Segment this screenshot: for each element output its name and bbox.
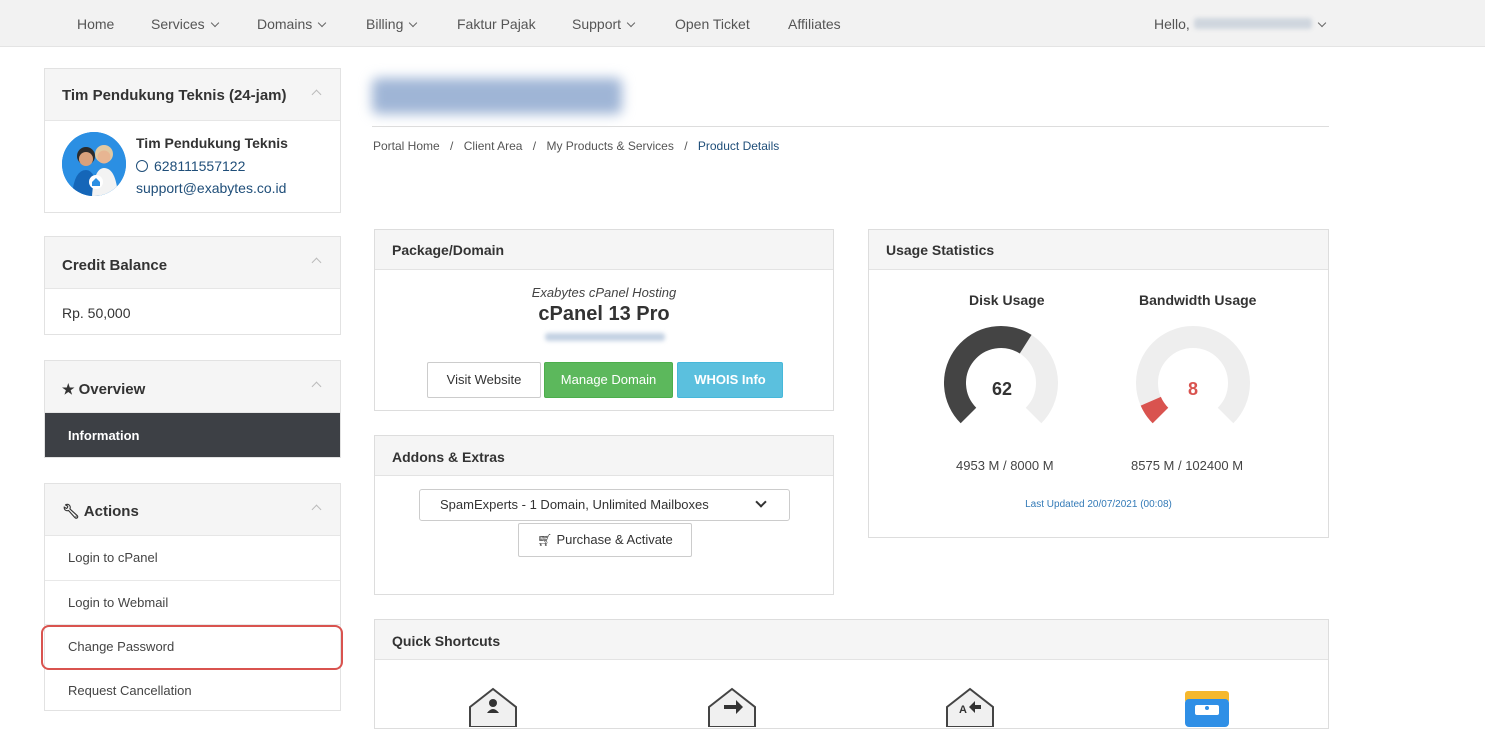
email-account-icon[interactable] [468, 687, 518, 732]
actions-panel-title: 🔧︎ Actions [62, 503, 139, 520]
user-greeting: Hello, [1154, 16, 1190, 32]
usage-heading: Usage Statistics [869, 230, 1328, 270]
overview-panel-header[interactable]: ★ Overview [45, 361, 340, 413]
bandwidth-usage-label: Bandwidth Usage [1139, 292, 1257, 308]
svg-text:A: A [959, 704, 967, 716]
addons-heading: Addons & Extras [375, 436, 833, 476]
nav-support-label: Support [572, 16, 622, 32]
chevron-up-icon[interactable] [311, 89, 322, 100]
breadcrumb-separator: / [532, 139, 537, 153]
overview-panel-title: ★ Overview [62, 381, 145, 398]
star-icon: ★ [62, 381, 75, 397]
inbox-icon[interactable] [1182, 687, 1232, 732]
support-panel-title: Tim Pendukung Teknis (24-jam) [62, 87, 287, 104]
redacted-username [1193, 18, 1312, 29]
shortcuts-panel: Quick Shortcuts A [374, 619, 1329, 729]
nav-home[interactable]: Home [77, 16, 114, 32]
breadcrumb-portal-home[interactable]: Portal Home [373, 139, 440, 153]
visit-website-button[interactable]: Visit Website [427, 362, 541, 398]
manage-domain-button[interactable]: Manage Domain [544, 362, 673, 398]
change-password-highlight [41, 625, 343, 670]
support-email[interactable]: support@exabytes.co.id [136, 180, 286, 196]
header-divider [372, 126, 1329, 127]
nav-billing-label: Billing [366, 16, 404, 32]
support-phone-row[interactable]: 628111557122 [136, 158, 245, 174]
user-menu[interactable]: Hello, [1154, 16, 1327, 32]
last-updated: Last Updated 20/07/2021 (00:08) [1025, 499, 1172, 510]
credit-amount: Rp. 50,000 [62, 305, 131, 321]
overview-panel: ★ Overview Information [44, 360, 341, 458]
usage-panel: Usage Statistics Disk Usage Bandwidth Us… [868, 229, 1329, 538]
nav-services-label: Services [151, 16, 205, 32]
chevron-down-icon [1317, 18, 1327, 28]
top-navbar: Home Services Domains Billing Faktur Paj… [0, 0, 1485, 47]
action-request-cancellation[interactable]: Request Cancellation [45, 668, 340, 712]
package-panel: Package/Domain Exabytes cPanel Hosting c… [374, 229, 834, 411]
action-login-cpanel[interactable]: Login to cPanel [45, 536, 340, 580]
redacted-domain [545, 333, 665, 341]
chevron-up-icon[interactable] [311, 381, 322, 392]
disk-usage-percent: 62 [991, 379, 1013, 399]
nav-affiliates[interactable]: Affiliates [788, 16, 841, 32]
wrench-icon: 🔧︎ [62, 503, 80, 519]
support-name: Tim Pendukung Teknis [136, 135, 288, 151]
chevron-down-icon [210, 18, 219, 28]
support-panel: Tim Pendukung Teknis (24-jam) Tim Penduk… [44, 68, 341, 213]
chevron-up-icon[interactable] [311, 257, 322, 268]
bandwidth-gauge-fill [1140, 396, 1169, 424]
bandwidth-usage-value: 8575 M / 102400 M [1131, 458, 1244, 473]
breadcrumb-separator: / [684, 139, 688, 153]
nav-open-ticket[interactable]: Open Ticket [675, 16, 750, 32]
whatsapp-icon [136, 160, 148, 172]
nav-faktur-pajak[interactable]: Faktur Pajak [457, 16, 536, 32]
support-panel-header[interactable]: Tim Pendukung Teknis (24-jam) [45, 69, 340, 121]
bandwidth-usage-percent: 8 [1187, 379, 1198, 399]
credit-panel-title: Credit Balance [62, 257, 168, 274]
shortcuts-heading: Quick Shortcuts [375, 620, 1328, 660]
addon-select[interactable]: SpamExperts - 1 Domain, Unlimited Mailbo… [419, 489, 790, 521]
nav-support[interactable]: Support [572, 16, 636, 32]
action-login-webmail[interactable]: Login to Webmail [45, 580, 340, 624]
select-chevron-icon [755, 496, 767, 508]
actions-panel-header[interactable]: 🔧︎ Actions [45, 484, 340, 536]
disk-usage-label: Disk Usage [969, 292, 1045, 308]
nav-domains-label: Domains [257, 16, 313, 32]
redacted-domain-title [372, 78, 622, 114]
autoresponder-icon[interactable]: A [945, 687, 995, 732]
cart-icon: 🛒︎ [537, 533, 553, 547]
chevron-up-icon[interactable] [311, 504, 322, 515]
support-phone: 628111557122 [154, 158, 246, 174]
addon-select-value: SpamExperts - 1 Domain, Unlimited Mailbo… [440, 497, 709, 512]
breadcrumb-products[interactable]: My Products & Services [546, 139, 673, 153]
actions-title-text: Actions [83, 503, 139, 520]
overview-title-text: Overview [78, 381, 146, 398]
purchase-activate-button[interactable]: 🛒︎ Purchase & Activate [518, 523, 692, 557]
package-heading: Package/Domain [375, 230, 833, 270]
nav-billing[interactable]: Billing [366, 16, 418, 32]
addons-panel: Addons & Extras SpamExperts - 1 Domain, … [374, 435, 834, 595]
nav-domains[interactable]: Domains [257, 16, 327, 32]
breadcrumb-separator: / [450, 139, 454, 153]
nav-services[interactable]: Services [151, 16, 219, 32]
whois-info-button[interactable]: WHOIS Info [677, 362, 783, 398]
disk-gauge-fill [944, 326, 1032, 424]
chevron-down-icon [409, 18, 418, 28]
sidebar-item-information[interactable]: Information [45, 413, 340, 457]
disk-usage-value: 4953 M / 8000 M [956, 458, 1054, 473]
credit-panel: Credit Balance Rp. 50,000 [44, 236, 341, 335]
email-forward-icon[interactable] [707, 687, 757, 732]
product-name: cPanel 13 Pro [538, 303, 670, 325]
chevron-down-icon [318, 18, 327, 28]
support-avatar [62, 132, 126, 196]
chevron-down-icon [626, 18, 636, 28]
credit-panel-header[interactable]: Credit Balance [45, 237, 340, 289]
purchase-label: Purchase & Activate [556, 532, 673, 547]
breadcrumb-current: Product Details [697, 139, 780, 153]
breadcrumb-client-area[interactable]: Client Area [464, 139, 523, 153]
actions-panel: 🔧︎ Actions Login to cPanel Login to Webma… [44, 483, 341, 711]
breadcrumb: Portal Home / Client Area / My Products … [373, 139, 779, 153]
product-group: Exabytes cPanel Hosting [531, 285, 677, 300]
